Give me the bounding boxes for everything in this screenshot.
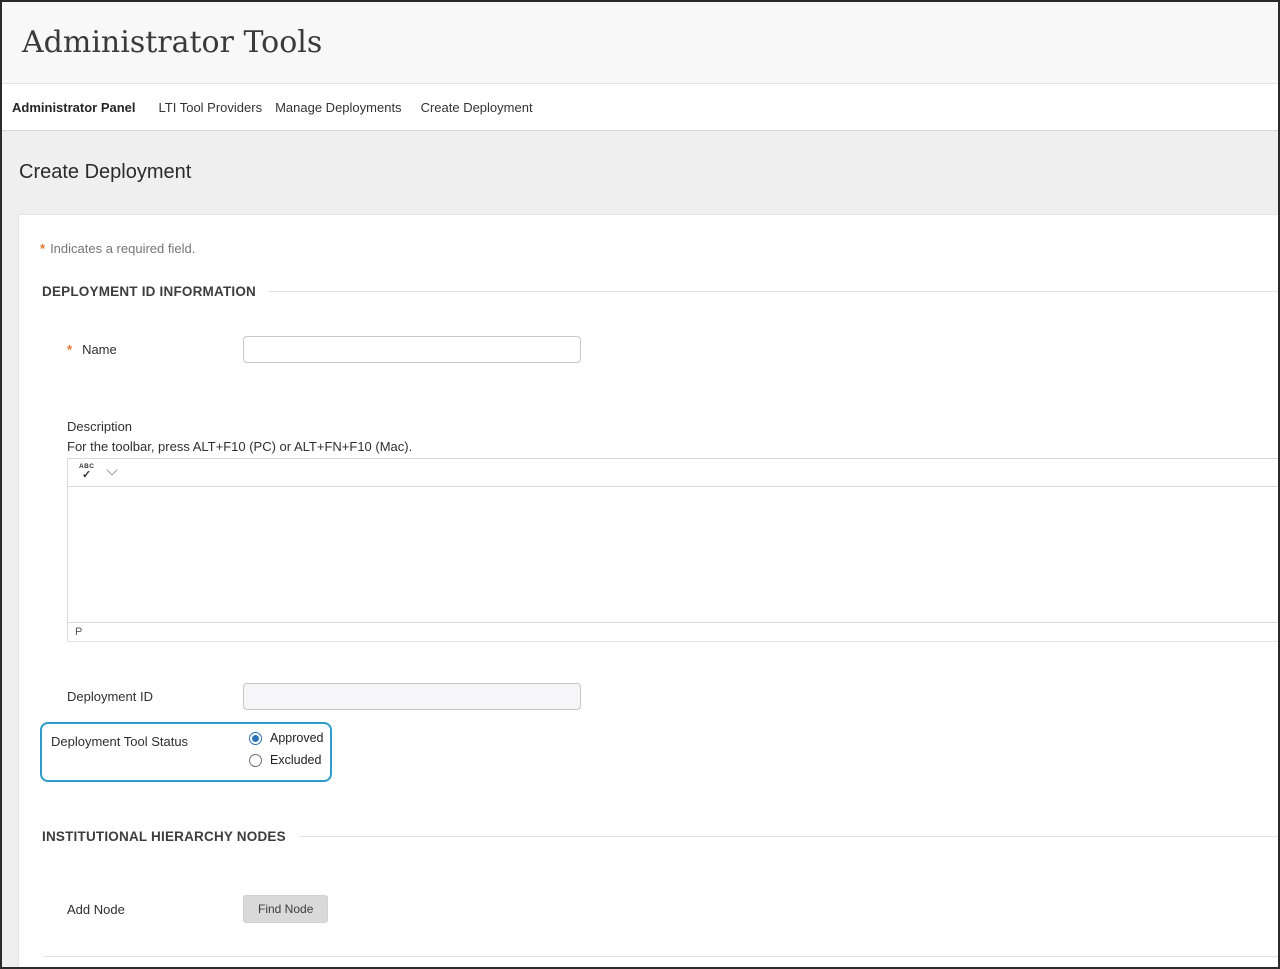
add-node-row: Add Node Find Node [67, 895, 1278, 923]
radio-option-excluded[interactable]: Excluded [249, 753, 324, 767]
section-divider-line [269, 291, 1278, 292]
bottom-section-divider [43, 956, 1278, 957]
content-panel: * Indicates a required field. DEPLOYMENT … [18, 214, 1278, 967]
name-input[interactable] [243, 336, 581, 363]
spellcheck-check-icon: ✓ [82, 470, 91, 481]
app-header: Administrator Tools [2, 2, 1278, 84]
radio-option-approved[interactable]: Approved [249, 731, 324, 745]
page-title-band: Create Deployment [2, 131, 1278, 214]
section-divider-line [299, 836, 1278, 837]
find-node-button[interactable]: Find Node [243, 895, 328, 923]
deployment-tool-status-group: Deployment Tool Status Approved Excluded [40, 722, 332, 782]
required-note-text: Indicates a required field. [50, 241, 195, 256]
chevron-down-icon[interactable] [107, 464, 118, 475]
deployment-tool-status-radio-group: Approved Excluded [249, 731, 324, 780]
name-required-asterisk: * [67, 342, 72, 357]
required-asterisk: * [40, 241, 45, 256]
description-rich-text-editor: ABC ✓ P [67, 458, 1278, 642]
section-heading-text: DEPLOYMENT ID INFORMATION [42, 284, 256, 299]
section-heading-text: INSTITUTIONAL HIERARCHY NODES [42, 829, 286, 844]
spellcheck-button[interactable]: ABC ✓ [79, 464, 94, 481]
add-node-label-column: Add Node [67, 902, 243, 917]
page-content: Create Deployment * Indicates a required … [2, 131, 1278, 967]
radio-excluded-label: Excluded [270, 753, 321, 767]
app-window: Administrator Tools Administrator Panel … [0, 0, 1280, 969]
panel-wrap: * Indicates a required field. DEPLOYMENT … [2, 214, 1278, 967]
name-label: Name [82, 342, 117, 357]
section-heading-deployment-id-information: DEPLOYMENT ID INFORMATION [42, 284, 1278, 299]
breadcrumb-item-lti-tool-providers[interactable]: LTI Tool Providers [159, 100, 263, 115]
description-label: Description [67, 419, 1278, 434]
name-field-row: * Name [67, 336, 1278, 363]
deployment-id-field-row: Deployment ID [67, 683, 1278, 710]
radio-selected-icon[interactable] [249, 732, 262, 745]
breadcrumb-item-create-deployment[interactable]: Create Deployment [421, 100, 533, 115]
editor-element-path: P [75, 626, 82, 638]
editor-status-bar: P [68, 622, 1278, 641]
editor-toolbar: ABC ✓ [68, 459, 1278, 487]
deployment-id-label: Deployment ID [67, 689, 153, 704]
add-node-label: Add Node [67, 902, 125, 917]
page-title: Create Deployment [19, 161, 191, 184]
editor-toolbar-hint: For the toolbar, press ALT+F10 (PC) or A… [67, 439, 1278, 454]
required-field-note: * Indicates a required field. [40, 241, 1278, 256]
breadcrumb: Administrator Panel LTI Tool Providers M… [2, 84, 1278, 131]
deployment-id-label-column: Deployment ID [67, 689, 243, 704]
app-title: Administrator Tools [22, 25, 322, 60]
name-label-column: * Name [67, 342, 243, 357]
radio-approved-label: Approved [270, 731, 324, 745]
breadcrumb-item-manage-deployments[interactable]: Manage Deployments [275, 100, 401, 115]
editor-content-area[interactable] [68, 487, 1278, 622]
deployment-tool-status-label: Deployment Tool Status [51, 731, 249, 780]
radio-unselected-icon[interactable] [249, 754, 262, 767]
deployment-id-input[interactable] [243, 683, 581, 710]
breadcrumb-item-administrator-panel[interactable]: Administrator Panel [12, 100, 136, 115]
section-heading-institutional-hierarchy-nodes: INSTITUTIONAL HIERARCHY NODES [42, 829, 1278, 844]
